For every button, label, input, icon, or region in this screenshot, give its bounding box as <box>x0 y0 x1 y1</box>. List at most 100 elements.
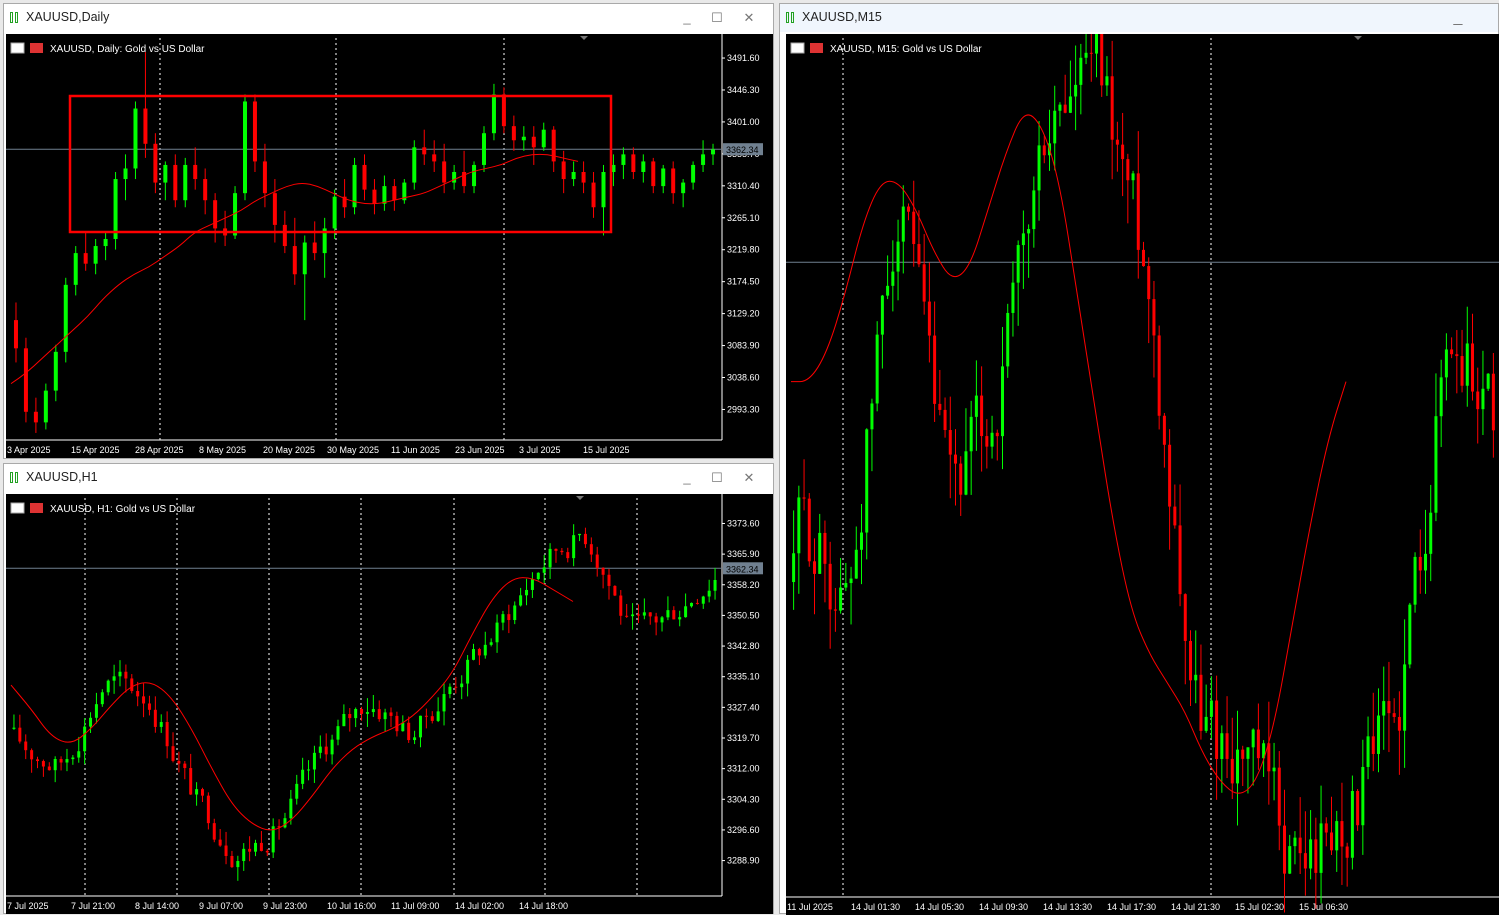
maximize-icon[interactable]: ☐ <box>707 469 727 487</box>
candle-body <box>844 583 848 588</box>
candle-body <box>318 746 322 753</box>
chart-canvas-m15[interactable]: XAUUSD, M15: Gold vs US Dollar 11 Jul 202… <box>786 34 1499 915</box>
candle-body <box>1225 733 1229 759</box>
window-titlebar[interactable]: XAUUSD,H1 _ ☐ ✕ <box>4 464 773 492</box>
candle-body <box>701 154 706 165</box>
candle-body <box>891 271 895 286</box>
candle-body <box>1011 282 1015 313</box>
candle-body <box>583 533 587 545</box>
candle-body <box>1095 34 1098 54</box>
window-titlebar[interactable]: XAUUSD,M15 _ <box>780 4 1498 32</box>
candle-body <box>954 454 957 464</box>
candle-body <box>495 622 499 643</box>
candle-body <box>707 590 711 597</box>
close-icon[interactable]: ✕ <box>739 9 759 27</box>
chart-window-m15[interactable]: XAUUSD,M15 _ XAUUSD, M15: Gold vs US Dol… <box>779 3 1499 915</box>
minimize-icon[interactable]: _ <box>677 9 697 27</box>
candle-body <box>47 766 51 771</box>
close-icon[interactable]: ✕ <box>739 469 759 487</box>
candle-body <box>849 578 853 584</box>
candle-body <box>259 842 263 851</box>
chart-window-h1[interactable]: XAUUSD,H1 _ ☐ ✕ XAUUSD, H1: Gold vs US D… <box>3 463 774 914</box>
candle-body <box>689 602 693 607</box>
chart-shift-marker <box>1354 36 1362 40</box>
candle-body <box>1283 825 1286 874</box>
x-tick-label: 11 Jun 2025 <box>391 445 440 455</box>
candle-body <box>93 246 98 264</box>
candle-body <box>206 795 210 824</box>
y-tick-label: 3335.10 <box>727 672 760 682</box>
candle-body <box>1215 700 1219 759</box>
candle-body <box>1068 96 1072 113</box>
candle-body <box>342 714 346 727</box>
candle-body <box>701 596 705 604</box>
y-tick-label: 3038.60 <box>727 373 760 383</box>
window-titlebar[interactable]: XAUUSD,Daily _ ☐ ✕ <box>4 4 773 32</box>
candle-body <box>136 691 140 697</box>
candle-body <box>1340 821 1344 847</box>
candle-body <box>407 722 411 741</box>
candle-body <box>193 164 198 180</box>
candle-body <box>619 595 623 616</box>
candle-body <box>1439 377 1443 417</box>
chart-shift-marker <box>576 496 584 500</box>
candle-body <box>938 403 942 410</box>
candle-body <box>1387 701 1391 714</box>
candle-body <box>324 746 328 755</box>
candle-body <box>566 552 570 559</box>
minimize-icon[interactable]: _ <box>677 469 697 487</box>
candle-body <box>133 108 138 169</box>
y-tick-label: 3491.60 <box>727 53 760 63</box>
x-tick-label: 14 Jul 02:00 <box>455 901 504 911</box>
candle-body <box>601 172 606 208</box>
us-flag-icon <box>10 42 25 54</box>
x-tick-label: 23 Jun 2025 <box>455 445 505 455</box>
candle-body <box>1251 729 1255 748</box>
candle-body <box>382 186 387 204</box>
candle-body <box>1058 104 1062 111</box>
candle-body <box>631 154 636 172</box>
candle-body <box>1424 553 1427 571</box>
candle-body <box>560 550 564 553</box>
candle-body <box>224 845 228 856</box>
candle-body <box>1476 391 1480 410</box>
candle-body <box>901 206 905 242</box>
candle-body <box>173 164 178 201</box>
candle-body <box>823 532 827 564</box>
us-flag-icon <box>790 42 805 54</box>
candle-body <box>542 567 546 573</box>
candle-body <box>460 683 464 688</box>
candle-body <box>1460 356 1464 386</box>
candle-body <box>1241 749 1245 759</box>
chart-canvas-h1[interactable]: XAUUSD, H1: Gold vs US Dollar 3373.60 3365… <box>6 494 773 914</box>
maximize-icon[interactable]: ☐ <box>707 9 727 27</box>
candle-body <box>63 284 68 352</box>
candle-body <box>1471 343 1474 392</box>
chart-window-daily[interactable]: XAUUSD,Daily _ ☐ ✕ XAUUSD, Daily: Gold v… <box>3 3 774 459</box>
candle-body <box>1288 846 1292 874</box>
candle-body <box>1074 84 1078 97</box>
moving-average-line <box>791 114 1347 794</box>
candle-body <box>833 609 837 611</box>
y-tick-label: 3288.90 <box>727 856 760 866</box>
candle-body <box>65 759 69 763</box>
chart-canvas-daily[interactable]: XAUUSD, Daily: Gold vs US Dollar 3491.60 3… <box>6 34 773 458</box>
candle-body <box>165 722 169 747</box>
candle-body <box>571 172 576 180</box>
candle-body <box>1455 354 1459 357</box>
candle-body <box>283 818 287 828</box>
candle-body <box>248 848 252 852</box>
candle-body <box>73 253 78 285</box>
candle-body <box>362 164 367 190</box>
candle-body <box>695 602 699 604</box>
candle-body <box>1189 640 1192 681</box>
minimize-icon[interactable]: _ <box>1448 9 1468 27</box>
candle-body <box>212 823 216 840</box>
candle-body <box>159 722 163 727</box>
candle-body <box>213 200 218 229</box>
candle-body <box>24 741 28 751</box>
candle-body <box>83 253 88 264</box>
y-tick-label: 2993.30 <box>727 404 760 414</box>
candle-body <box>360 709 364 714</box>
candle-body <box>917 244 921 265</box>
